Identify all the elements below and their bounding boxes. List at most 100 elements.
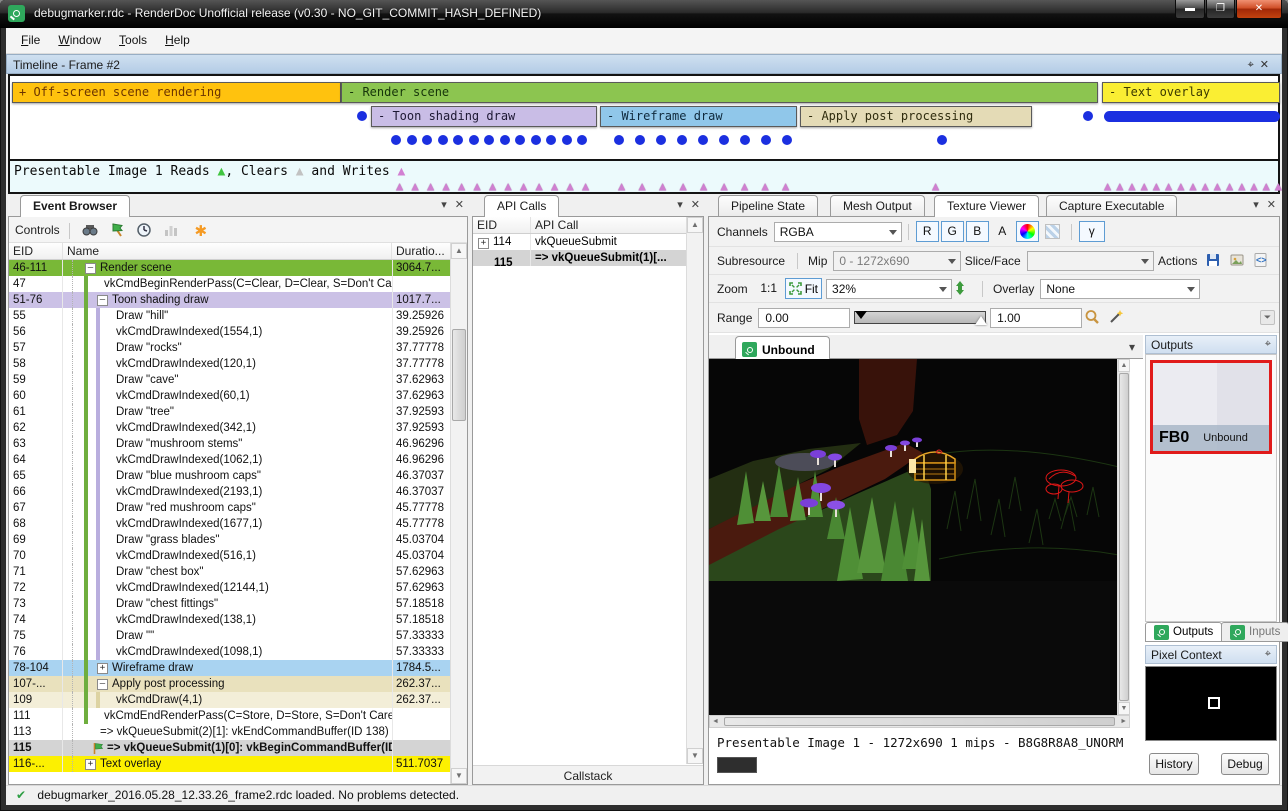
texture-tab-unbound[interactable]: Unbound [735,336,830,359]
usage-triangle[interactable]: ▲ [458,180,465,192]
overlay-select[interactable]: None [1040,279,1200,299]
save-icon[interactable] [1205,252,1225,270]
fit-button[interactable]: Fit [785,278,822,299]
event-row[interactable]: 70vkCmdDrawIndexed(516,1)45.03704 [9,548,450,564]
drawcall-dot[interactable] [546,135,556,145]
drawcall-dot[interactable] [422,135,432,145]
close-icon[interactable]: ✕ [1267,199,1276,211]
event-row[interactable]: 61Draw "tree"37.92593 [9,404,450,420]
close-icon[interactable]: ✕ [455,199,464,211]
timeline-marker-bar[interactable]: + Off-screen scene rendering [12,82,341,103]
expander-icon[interactable]: – [97,295,108,306]
usage-triangle[interactable]: ▲ [1214,180,1221,192]
event-row[interactable]: 55Draw "hill"39.25926 [9,308,450,324]
find-event-icon[interactable] [81,222,101,240]
menu-item-file[interactable]: File [12,28,49,52]
history-button[interactable]: History [1149,753,1199,775]
autofit-magnifier-icon[interactable] [1084,309,1104,327]
expander-icon[interactable]: – [97,679,108,690]
event-row[interactable]: 57Draw "rocks"37.77778 [9,340,450,356]
bookmark-asterisk-icon[interactable]: ✱ [191,222,211,240]
pin-icon[interactable]: ⌖ [1265,338,1271,351]
event-scrollbar[interactable]: ▲ ▼ [450,243,467,784]
usage-triangle[interactable]: ▲ [536,180,543,192]
usage-triangle[interactable]: ▲ [567,180,574,192]
chevron-down-icon[interactable]: ▾ [1129,340,1135,354]
close-icon[interactable]: ✕ [1260,59,1275,71]
chevron-down-icon[interactable]: ▾ [1253,199,1259,211]
usage-triangle[interactable]: ▲ [1165,180,1172,192]
goto-event-icon[interactable] [109,222,129,240]
event-row[interactable]: 63Draw "mushroom stems"46.96296 [9,436,450,452]
sliceface-select[interactable] [1027,251,1154,271]
usage-triangle[interactable]: ▲ [700,180,707,192]
api-scrollbar[interactable]: ▲ ▼ [686,217,703,764]
zoom-select[interactable]: 32% [826,279,952,299]
menu-item-window[interactable]: Window [49,28,110,52]
auto-range-wand-icon[interactable] [1108,309,1128,327]
usage-triangle[interactable]: ▲ [639,180,646,192]
callstack-footer[interactable]: Callstack [473,765,703,784]
timeline-marker-bar[interactable]: - Apply post processing [800,106,1032,127]
channels-select[interactable]: RGBA [774,222,902,242]
timeline-marker-bar[interactable]: - Toon shading draw [371,106,597,127]
usage-triangle[interactable]: ▲ [1116,180,1123,192]
gamma-button[interactable]: γ [1079,221,1105,242]
usage-triangle[interactable]: ▲ [1238,180,1245,192]
drawcall-dot[interactable] [635,135,645,145]
event-row[interactable]: 59Draw "cave"37.62963 [9,372,450,388]
event-table-header[interactable]: EID Name Duratio... [9,243,467,260]
pin-icon[interactable]: ⌖ [1248,59,1260,71]
pin-icon[interactable]: ⌖ [1265,648,1271,661]
tab-event-browser[interactable]: Event Browser [20,195,130,217]
tab-api-calls[interactable]: API Calls [484,195,559,217]
event-row[interactable]: 71Draw "chest box"57.62963 [9,564,450,580]
usage-triangle[interactable]: ▲ [782,180,789,192]
event-row[interactable]: 75Draw ""57.33333 [9,628,450,644]
event-row[interactable]: 78-104+Wireframe draw1784.5... [9,660,450,676]
zoom-1to1-button[interactable]: 1:1 [755,278,783,299]
usage-triangle[interactable]: ▲ [1226,180,1233,192]
usage-triangle[interactable]: ▲ [489,180,496,192]
event-row[interactable]: 46-111–Render scene3064.7... [9,260,450,276]
event-row[interactable]: 66vkCmdDrawIndexed(2193,1)46.37037 [9,484,450,500]
open-image-icon[interactable] [1229,252,1249,270]
usage-triangle[interactable]: ▲ [741,180,748,192]
usage-triangle[interactable]: ▲ [1141,180,1148,192]
range-slider[interactable] [854,311,986,324]
texture-view[interactable]: ▲ ▼ [709,359,1130,715]
chevron-down-icon[interactable]: ▾ [441,199,447,211]
event-row[interactable]: 68vkCmdDrawIndexed(1677,1)45.77778 [9,516,450,532]
debug-button[interactable]: Debug [1221,753,1269,775]
drawcall-dot[interactable] [469,135,479,145]
alpha-checker-icon[interactable] [1041,221,1064,242]
usage-triangle[interactable]: ▲ [505,180,512,192]
event-row[interactable]: 76vkCmdDrawIndexed(1098,1)57.33333 [9,644,450,660]
timeline-header[interactable]: Timeline - Frame #2 ⌖✕ [6,54,1282,74]
tab-inputs[interactable]: Inputs [1221,622,1288,642]
event-row[interactable]: 107-...–Apply post processing262.37... [9,676,450,692]
usage-triangle[interactable]: ▲ [520,180,527,192]
usage-triangle[interactable]: ▲ [680,180,687,192]
drawcall-dot[interactable] [740,135,750,145]
chevron-down-icon[interactable]: ▾ [677,199,683,211]
usage-triangle[interactable]: ▲ [659,180,666,192]
usage-triangle[interactable]: ▲ [551,180,558,192]
timeline-marker-bar[interactable]: - Wireframe draw [600,106,797,127]
color-wheel-icon[interactable] [1016,221,1039,242]
expander-icon[interactable]: + [97,663,108,674]
drawcall-dot[interactable] [407,135,417,145]
drawcall-dot[interactable] [357,111,367,121]
usage-triangle[interactable]: ▲ [1263,180,1270,192]
event-row[interactable]: 67Draw "red mushroom caps"45.77778 [9,500,450,516]
drawcall-dot[interactable] [656,135,666,145]
tab-texture-viewer[interactable]: Texture Viewer [934,195,1039,217]
event-row[interactable]: 69Draw "grass blades"45.03704 [9,532,450,548]
drawcall-dot[interactable] [391,135,401,145]
drawcall-dot[interactable] [438,135,448,145]
drawcall-dot[interactable] [698,135,708,145]
drawcall-dot[interactable] [937,135,947,145]
drawcall-dot[interactable] [500,135,510,145]
usage-triangle[interactable]: ▲ [1104,180,1111,192]
event-row[interactable]: 47vkCmdBeginRenderPass(C=Clear, D=Clear,… [9,276,450,292]
